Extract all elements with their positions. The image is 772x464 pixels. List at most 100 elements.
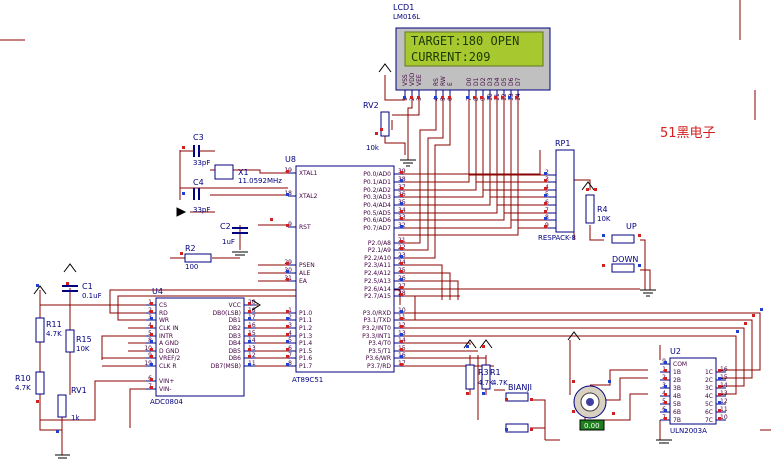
chip-pin-name: P2.3/A11 [364, 262, 391, 269]
pin-state-marker [400, 217, 403, 220]
pin-state-marker [482, 392, 485, 395]
chip-pin-name: P0.5/AD5 [363, 210, 391, 217]
r15-value: 10K [76, 345, 90, 353]
pin-state-marker [466, 345, 469, 348]
chip-pin-name: CLK IN [159, 325, 179, 332]
pin-state-marker [400, 179, 403, 182]
pin-state-marker [480, 96, 483, 99]
pin-state-marker [466, 96, 469, 99]
lcd-pin-name: D6 [508, 77, 515, 86]
lcd-pin-name: E [447, 82, 454, 86]
adc-u4: U4 ADC0804 CS1RD2WR3CLK IN4INTR5A GND8D … [144, 287, 256, 406]
chip-pin-name: 5C [705, 401, 713, 408]
pin-state-marker [150, 325, 153, 328]
pin-state-marker [448, 96, 451, 99]
pin-state-marker [150, 378, 153, 381]
chip-pin-name: 2C [705, 377, 713, 384]
pin-state-marker [664, 409, 667, 412]
lcd-pin-name: D4 [494, 77, 501, 86]
pin-state-marker [752, 314, 755, 317]
crystal-section: C3 33pF X1 11.0592MHz C4 33pF C2 1uF R2 … [180, 133, 282, 271]
motor-readout: 0.00 [584, 422, 600, 430]
x1-ref: X1 [238, 168, 249, 177]
pin-state-marker [400, 317, 403, 320]
pin-state-marker [66, 282, 69, 285]
r4-value: 10K [597, 215, 611, 223]
r2-value: 100 [185, 263, 198, 271]
bianji-label: BIANJI [508, 383, 532, 392]
chip-pin-name: 3B [673, 385, 681, 392]
lcd-pin-name: VDD [409, 72, 416, 86]
chip-pin-name: P3.2/INT0 [362, 325, 391, 332]
pin-state-marker [718, 377, 721, 380]
adc-ref: U4 [152, 287, 163, 296]
pin-state-marker [150, 310, 153, 313]
chip-pin-name: CLK R [159, 363, 177, 370]
mcu-u8: U8 AT89C51 XTAL119XTAL218RST9PSEN29ALE30… [284, 155, 405, 384]
lcd-pin-name: D3 [487, 77, 494, 86]
chip-pin-name: 7C [705, 417, 713, 424]
c3-value: 33pF [193, 159, 210, 167]
pin-state-marker [530, 398, 533, 401]
lcd-pin-name: VEE [416, 74, 423, 86]
chip-pin-name: DB6 [228, 355, 241, 362]
pin-state-marker [586, 188, 589, 191]
r3-ref: R3 [478, 368, 489, 377]
pin-state-marker [544, 194, 547, 197]
lcd-line-2: CURRENT:209 [411, 50, 490, 64]
pin-state-marker [286, 262, 289, 265]
r10-value: 4.7K [15, 384, 31, 392]
pin-state-marker [286, 340, 289, 343]
pin-state-marker [286, 310, 289, 313]
pin-state-marker [718, 369, 721, 372]
chip-pin-name: P1.5 [299, 348, 312, 355]
pin-state-marker [150, 340, 153, 343]
pin-state-marker [400, 355, 403, 358]
chip-pin-name: P2.7/A15 [364, 293, 391, 300]
chip-pin-name: DB0(LSB) [212, 310, 241, 317]
c2-value: 1uF [222, 238, 235, 246]
lcd-model: LM016L [393, 13, 420, 21]
c1-value: 0.1uF [82, 292, 102, 300]
c2-ref: C2 [220, 222, 231, 231]
pin-state-marker [530, 428, 533, 431]
pin-state-marker [286, 325, 289, 328]
pin-state-marker [473, 96, 476, 99]
pin-state-marker [718, 409, 721, 412]
uln-u2: U2 ULN2003A COM91B12B23B34B45B56B67B7 1C… [660, 347, 728, 435]
chip-pin-name: P1.6 [299, 355, 312, 362]
mcu-ref: U8 [285, 155, 296, 164]
r11-ref: R11 [46, 320, 62, 329]
r2-ref: R2 [185, 244, 196, 253]
chip-pin-name: DB3 [228, 333, 241, 340]
chip-pin-name: P3.0/RXD [363, 310, 391, 317]
pin-state-marker [736, 330, 739, 333]
chip-pin-name: P2.4/A12 [364, 270, 391, 277]
chip-pin-name: 4B [673, 393, 681, 400]
chip-pin-number: 16 [720, 366, 728, 373]
pin-state-marker [505, 428, 508, 431]
lcd-ref: LCD1 [393, 3, 414, 12]
adc-part: ADC0804 [150, 398, 183, 406]
pin-state-marker [400, 310, 403, 313]
pin-state-marker [400, 187, 403, 190]
lcd-pin-name: D7 [515, 77, 522, 86]
chip-pin-name: ALE [299, 270, 310, 277]
pin-state-marker [248, 348, 251, 351]
pin-state-marker [718, 401, 721, 404]
chip-pin-name: P3.4/T0 [368, 340, 391, 347]
pin-state-marker [150, 333, 153, 336]
pin-state-marker [400, 202, 403, 205]
pin-state-marker [56, 430, 59, 433]
pin-state-marker [572, 410, 575, 413]
pin-state-marker [400, 240, 403, 243]
pin-state-marker [501, 96, 504, 99]
chip-pin-name: DB5 [228, 348, 241, 355]
chip-pin-name: P0.4/AD4 [363, 202, 391, 209]
pin-state-marker [544, 210, 547, 213]
pin-state-marker [544, 172, 547, 175]
pin-state-marker [602, 234, 605, 237]
r10-ref: R10 [15, 374, 31, 383]
pin-state-marker [638, 264, 641, 267]
chip-pin-name: EA [299, 278, 308, 285]
